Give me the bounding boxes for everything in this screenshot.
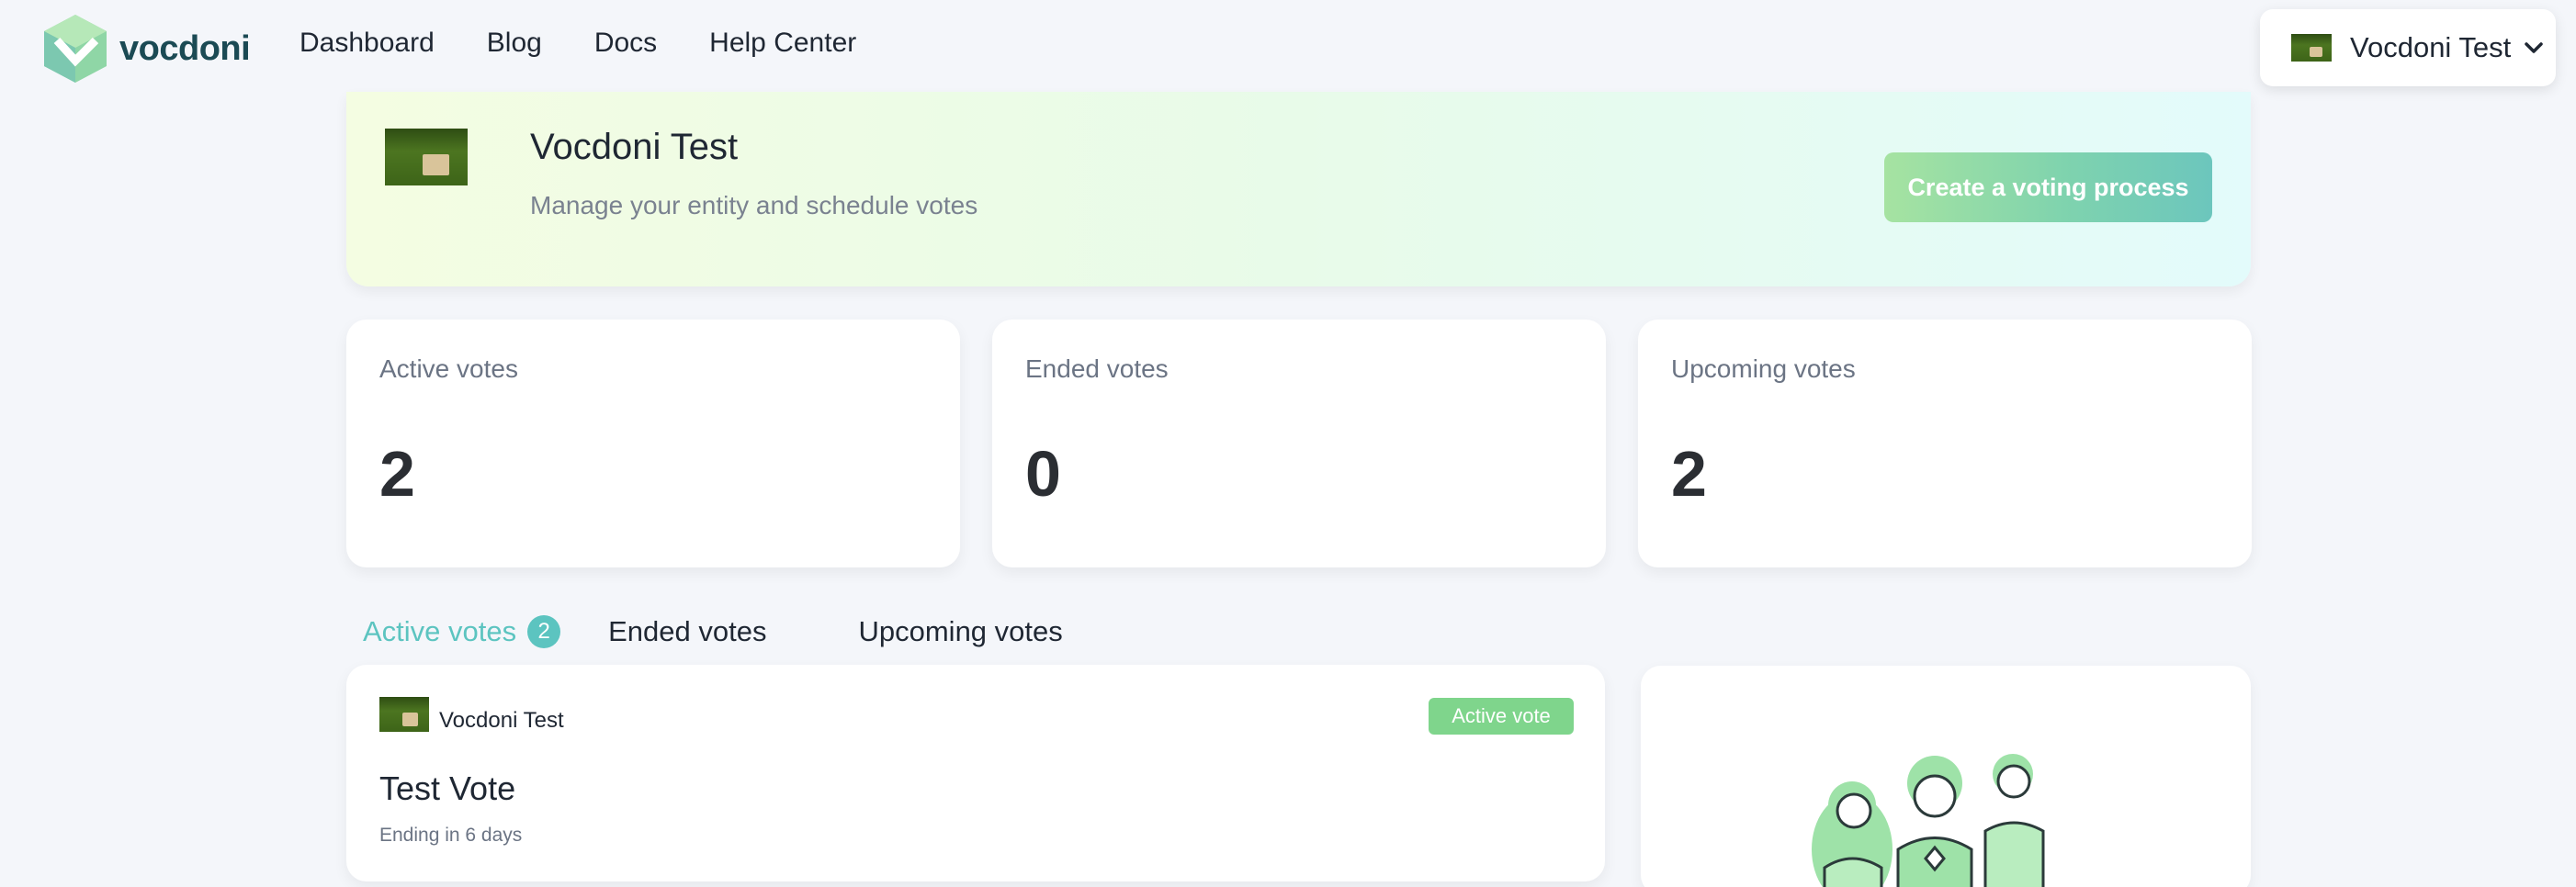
top-header: vocdoni Dashboard Blog Docs Help Center … [0,0,2576,92]
create-voting-process-button[interactable]: Create a voting process [1884,152,2212,222]
tab-label: Upcoming votes [858,615,1063,647]
main-nav: Dashboard Blog Docs Help Center [299,28,909,59]
nav-help-center[interactable]: Help Center [709,28,856,59]
entity-subtitle: Manage your entity and schedule votes [530,191,978,219]
stat-label: Ended votes [1025,354,1169,383]
tab-active-votes[interactable]: Active votes 2 [363,615,561,648]
stat-card-ended: Ended votes 0 [992,320,1606,567]
entity-banner: Vocdoni Test Manage your entity and sche… [346,92,2251,286]
entity-title: Vocdoni Test [530,127,739,167]
vocdoni-logo[interactable]: vocdoni [42,13,251,84]
stat-card-active: Active votes 2 [346,320,960,567]
tab-label: Active votes [363,615,517,647]
tab-ended-votes[interactable]: Ended votes [608,615,766,648]
stat-card-upcoming: Upcoming votes 2 [1638,320,2252,567]
tab-label: Ended votes [608,615,767,647]
nav-docs[interactable]: Docs [594,28,657,59]
stat-value: 0 [1025,438,1061,510]
stat-value: 2 [1671,438,1707,510]
voters-illustration-icon [1812,754,2045,887]
chevron-down-icon [2525,42,2543,53]
vote-ending-time: Ending in 6 days [379,825,523,846]
vote-title[interactable]: Test Vote [379,769,515,808]
account-menu[interactable]: Vocdoni Test [2260,9,2556,86]
vote-card[interactable]: Vocdoni Test Active vote Test Vote Endin… [346,665,1605,881]
entity-avatar [385,129,468,185]
logo-wordmark: vocdoni [119,28,251,68]
account-name: Vocdoni Test [2350,31,2512,63]
vote-tabs: Active votes 2 Ended votes Upcoming vote… [363,615,1155,648]
tab-upcoming-votes[interactable]: Upcoming votes [858,615,1062,648]
nav-dashboard[interactable]: Dashboard [299,28,435,59]
vote-entity-name: Vocdoni Test [439,708,564,733]
count-badge: 2 [527,615,561,648]
illustration-card [1641,666,2251,887]
nav-blog[interactable]: Blog [487,28,542,59]
status-badge: Active vote [1429,698,1574,735]
stat-label: Upcoming votes [1671,354,1856,383]
vocdoni-cube-logo-icon [44,15,107,83]
stat-label: Active votes [379,354,518,383]
account-avatar [2291,34,2332,62]
vote-entity-avatar [379,697,429,732]
stat-value: 2 [379,438,415,510]
